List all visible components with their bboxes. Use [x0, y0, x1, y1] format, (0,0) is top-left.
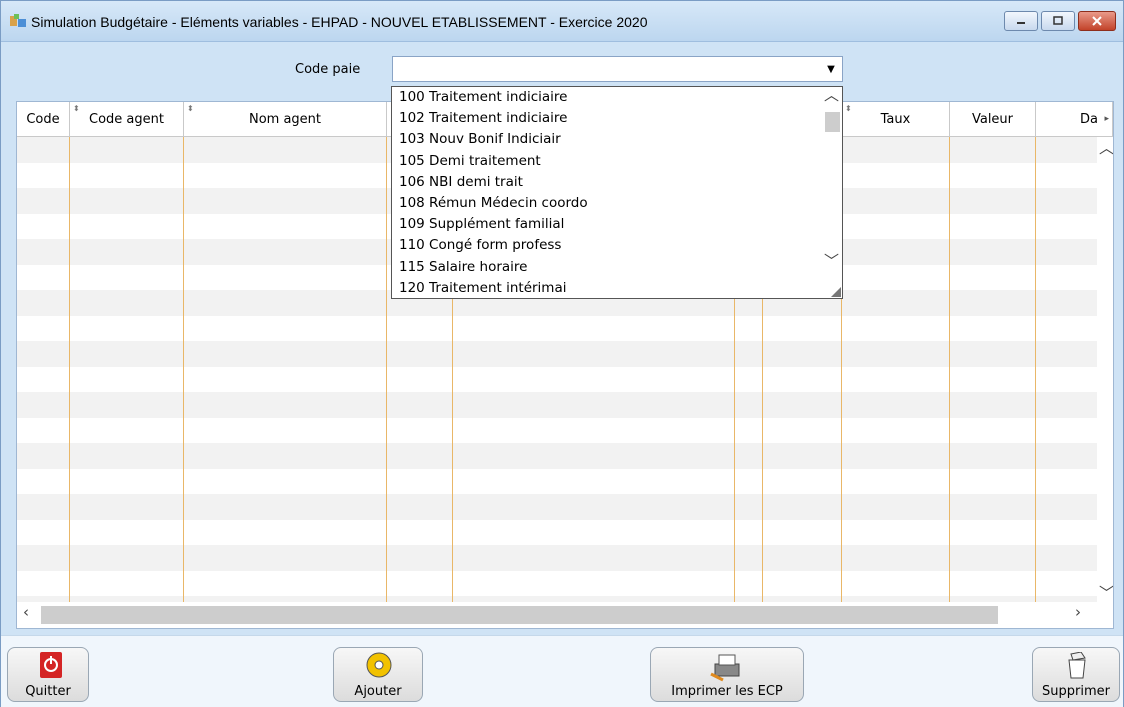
table-row[interactable] — [17, 494, 1097, 520]
close-icon — [1092, 16, 1102, 26]
column-header-taux[interactable]: ⬍ Taux — [842, 102, 950, 136]
code-paie-label: Code paie — [295, 62, 361, 77]
dropdown-option[interactable]: 103 Nouv Bonif Indiciair — [392, 129, 842, 150]
print-ecp-label: Imprimer les ECP — [671, 684, 783, 699]
cd-icon — [366, 652, 392, 678]
table-row[interactable] — [17, 315, 1097, 341]
dropdown-option[interactable]: 108 Rémun Médecin coordo — [392, 193, 842, 214]
table-row[interactable] — [17, 545, 1097, 571]
window-title: Simulation Budgétaire - Eléments variabl… — [31, 14, 648, 30]
table-row[interactable] — [17, 392, 1097, 418]
dropdown-option[interactable]: 109 Supplément familial — [392, 214, 842, 235]
column-header-date[interactable]: Da ▸ — [1036, 102, 1113, 136]
column-divider — [949, 137, 950, 602]
column-divider — [386, 137, 387, 602]
quit-label: Quitter — [25, 684, 71, 699]
footer-toolbar: Quitter Ajouter Imprimer les ECP Supprim… — [1, 635, 1123, 707]
table-row[interactable] — [17, 519, 1097, 545]
print-ecp-button[interactable]: Imprimer les ECP — [650, 647, 804, 702]
sort-icon: ⬍ — [187, 104, 194, 113]
main-window: Simulation Budgétaire - Eléments variabl… — [0, 0, 1124, 707]
column-header-valeur[interactable]: Valeur — [950, 102, 1036, 136]
table-row[interactable] — [17, 468, 1097, 494]
trash-icon — [1068, 652, 1086, 679]
quit-button[interactable]: Quitter — [7, 647, 89, 702]
minimize-button[interactable] — [1004, 11, 1038, 31]
power-icon — [40, 652, 62, 678]
resize-grip-icon[interactable] — [831, 287, 841, 297]
dropdown-scroll-thumb[interactable] — [825, 112, 840, 132]
close-button[interactable] — [1078, 11, 1116, 31]
table-row[interactable] — [17, 341, 1097, 367]
filter-bar: Code paie ▼ — [1, 42, 1123, 90]
horizontal-scroll-thumb[interactable] — [41, 606, 998, 624]
add-button[interactable]: Ajouter — [333, 647, 423, 702]
column-divider — [183, 137, 184, 602]
dropdown-option[interactable]: 100 Traitement indiciaire — [392, 87, 842, 108]
maximize-icon — [1053, 16, 1063, 25]
title-bar[interactable]: Simulation Budgétaire - Eléments variabl… — [1, 1, 1123, 42]
chevron-down-icon[interactable]: ▼ — [822, 59, 840, 79]
delete-label: Supprimer — [1042, 684, 1110, 699]
dropdown-option[interactable]: 115 Salaire horaire — [392, 257, 842, 278]
chevron-left-icon[interactable]: ‹ — [23, 603, 29, 621]
table-row[interactable] — [17, 417, 1097, 443]
table-row[interactable] — [17, 366, 1097, 392]
column-header-nom-agent[interactable]: ⬍ Nom agent — [184, 102, 387, 136]
printer-icon — [710, 654, 740, 682]
chevron-down-icon[interactable]: ﹀ — [824, 250, 839, 271]
code-paie-dropdown-list[interactable]: 100 Traitement indiciaire 102 Traitement… — [391, 86, 843, 299]
dropdown-scrollbar[interactable]: ︿ ﹀ — [822, 84, 842, 298]
table-row[interactable] — [17, 443, 1097, 469]
horizontal-scrollbar[interactable]: ‹ › — [17, 602, 1113, 626]
chevron-down-icon[interactable]: ﹀ — [1099, 582, 1113, 603]
dropdown-option[interactable]: 105 Demi traitement — [392, 151, 842, 172]
add-label: Ajouter — [354, 684, 402, 699]
minimize-icon — [1017, 22, 1025, 24]
dropdown-option[interactable]: 110 Congé form profess — [392, 235, 842, 256]
column-header-code-agent[interactable]: ⬍ Code agent — [70, 102, 184, 136]
chevron-right-icon[interactable]: ▸ — [1104, 114, 1109, 124]
dropdown-option[interactable]: 106 NBI demi trait — [392, 172, 842, 193]
sort-icon: ⬍ — [73, 104, 80, 113]
chevron-right-icon[interactable]: › — [1075, 603, 1081, 621]
chevron-up-icon[interactable]: ︿ — [1099, 137, 1113, 158]
sort-icon: ⬍ — [845, 104, 852, 113]
vertical-scrollbar[interactable]: ︿ ﹀ — [1097, 137, 1113, 602]
column-divider — [1035, 137, 1036, 602]
code-paie-combobox[interactable]: ▼ — [392, 56, 843, 82]
chevron-up-icon[interactable]: ︿ — [824, 84, 839, 105]
app-budget-icon — [10, 14, 26, 27]
maximize-button[interactable] — [1041, 11, 1075, 31]
dropdown-option[interactable]: 102 Traitement indiciaire — [392, 108, 842, 129]
delete-button[interactable]: Supprimer — [1032, 647, 1120, 702]
table-row[interactable] — [17, 570, 1097, 596]
dropdown-option[interactable]: 120 Traitement intérimai — [392, 278, 842, 299]
column-divider — [69, 137, 70, 602]
column-header-code[interactable]: Code — [17, 102, 70, 136]
